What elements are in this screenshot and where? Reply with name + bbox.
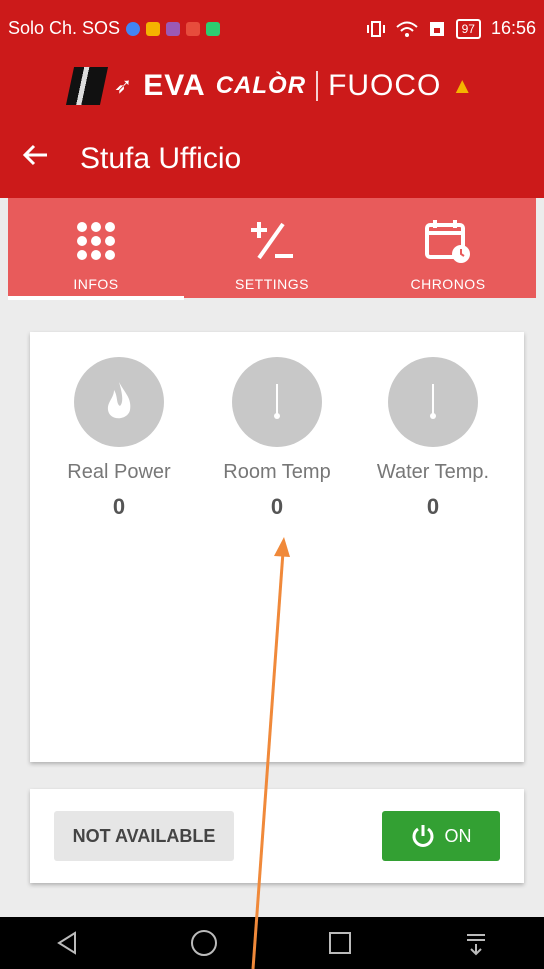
status-bar: Solo Ch. SOS 97 16:56	[0, 0, 544, 54]
not-available-button[interactable]: NOT AVAILABLE	[54, 811, 234, 861]
logo-graphic	[65, 67, 108, 105]
info-value: 0	[270, 494, 284, 519]
logo-eva-text: EVA	[143, 69, 206, 102]
home-nav-icon[interactable]	[174, 917, 234, 969]
grid-dots-icon	[69, 214, 123, 268]
info-value: 0	[426, 494, 440, 519]
water-temp-info: Water Temp. 0	[368, 357, 498, 520]
vibrate-icon	[366, 20, 385, 37]
app-toolbar: Stufa Ufficio	[0, 118, 544, 198]
wifi-icon	[395, 21, 418, 37]
logo-separator	[316, 71, 319, 101]
tab-label: CHRONOS	[410, 276, 486, 292]
app-notification-icon	[146, 21, 161, 36]
system-nav-bar	[0, 917, 544, 969]
battery-indicator: 97	[455, 18, 481, 39]
room-temp-info: Room Temp 0	[212, 357, 342, 520]
thermometer-icon	[388, 357, 478, 447]
on-label: ON	[444, 825, 472, 846]
power-icon	[412, 825, 433, 847]
info-card: Real Power 0 Room Temp 0 Water Temp. 0	[30, 332, 524, 762]
bird-icon: ➶	[113, 73, 134, 98]
carrier-text: Solo Ch. SOS	[8, 18, 121, 38]
logo-calor-text: CALÒR	[215, 72, 307, 99]
recents-nav-icon[interactable]	[310, 917, 370, 969]
real-power-info: Real Power 0	[54, 357, 184, 520]
logo-fuoco-text: FUOCO	[328, 69, 442, 102]
calendar-notification-icon	[186, 21, 201, 36]
power-on-button[interactable]: ON	[382, 811, 500, 861]
arrow-left-icon[interactable]	[20, 140, 50, 176]
info-label: Water Temp.	[376, 461, 490, 483]
tab-label: SETTINGS	[234, 276, 309, 292]
tab-chronos[interactable]: CHRONOS	[360, 198, 536, 298]
info-label: Real Power	[67, 461, 171, 483]
google-app-icon	[126, 21, 141, 36]
back-nav-icon[interactable]	[38, 917, 98, 969]
sim-icon	[429, 21, 444, 36]
info-value: 0	[112, 494, 126, 519]
page-title: Stufa Ufficio	[80, 142, 242, 175]
flame-icon	[74, 357, 164, 447]
controls-card: NOT AVAILABLE ON	[30, 789, 524, 883]
thermometer-icon	[232, 357, 322, 447]
flame-logo-icon: ▲	[451, 73, 475, 98]
tab-infos[interactable]: INFOS	[8, 198, 184, 300]
tab-label: INFOS	[73, 276, 119, 292]
calendar-clock-icon	[421, 214, 475, 268]
brand-logo: ➶ EVA CALÒR FUOCO ▲	[0, 54, 544, 118]
notification-pull-icon[interactable]	[446, 917, 506, 969]
play-store-icon	[206, 21, 221, 36]
plus-minus-icon	[245, 214, 299, 268]
info-label: Room Temp	[223, 461, 331, 483]
tab-settings[interactable]: SETTINGS	[184, 198, 360, 298]
tab-bar: INFOS SETTINGS CHRONOS	[8, 198, 536, 300]
gallery-notification-icon	[166, 21, 181, 36]
clock-text: 16:56	[490, 18, 536, 38]
